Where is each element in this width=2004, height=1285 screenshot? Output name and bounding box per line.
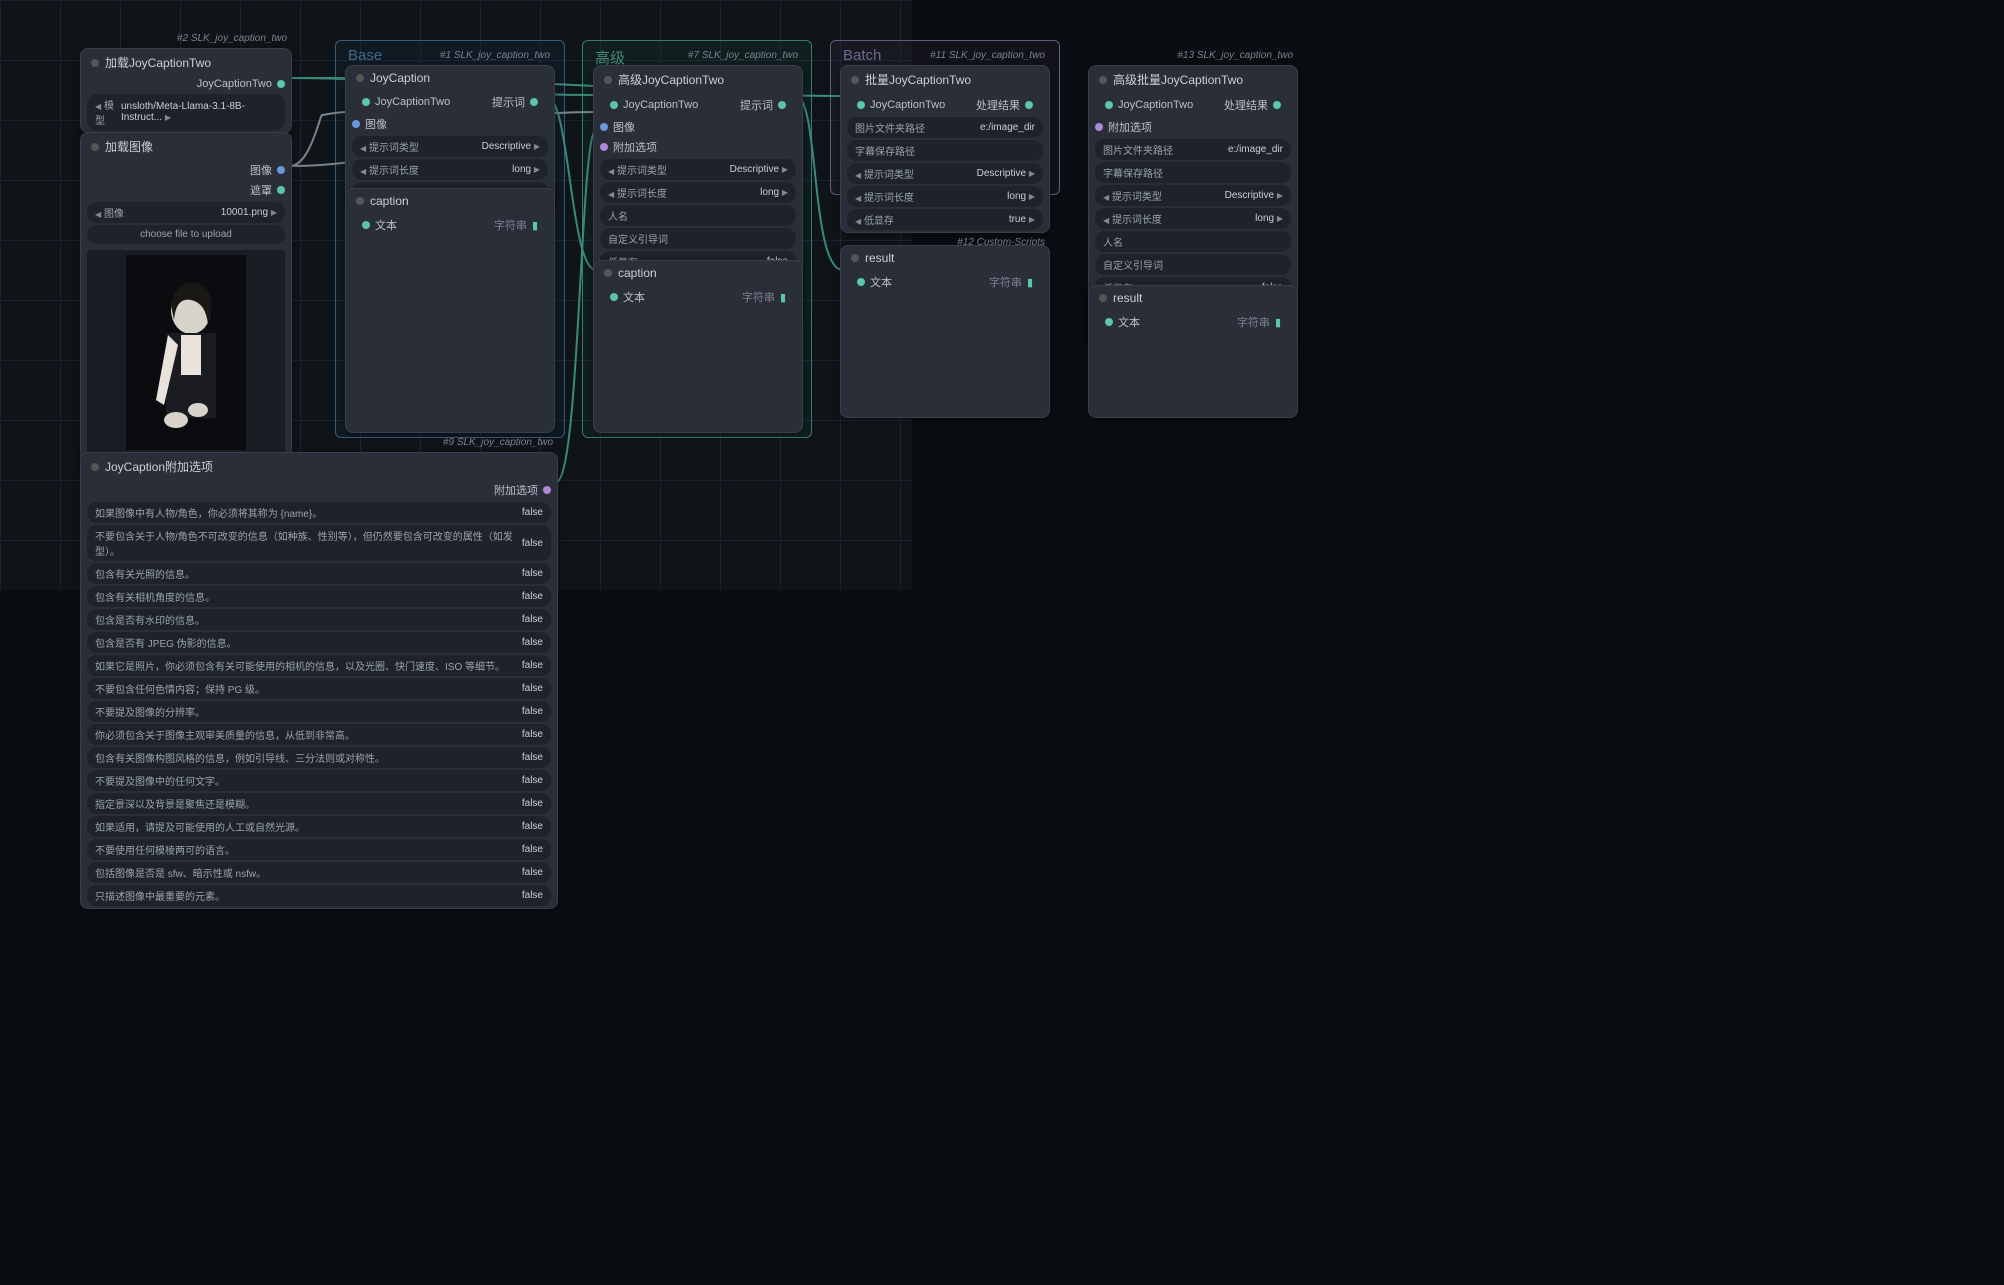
node-badge: #1 SLK_joy_caption_two bbox=[440, 50, 550, 61]
input-port[interactable] bbox=[610, 101, 618, 109]
output-port[interactable] bbox=[543, 486, 551, 494]
node-canvas[interactable]: Base 高级 Batch #2 SLK_joy_caption_two 加载J… bbox=[0, 0, 2004, 1285]
output-port-label: JoyCaptionTwo bbox=[197, 78, 272, 90]
option-toggle[interactable]: 包含有关图像构图风格的信息，例如引导线、三分法则或对称性。false bbox=[87, 747, 551, 768]
input-port[interactable] bbox=[600, 123, 608, 131]
low-vram-widget[interactable]: ◀ 低显存true ▶ bbox=[847, 209, 1043, 230]
node-title: result bbox=[841, 246, 1049, 270]
prompt-type-widget[interactable]: ◀ 提示词类型Descriptive ▶ bbox=[600, 159, 796, 180]
node-caption-base[interactable]: caption 文本字符串 ▮ bbox=[345, 188, 555, 433]
node-title: 批量JoyCaptionTwo bbox=[841, 66, 1049, 93]
node-title: caption bbox=[346, 189, 554, 213]
node-title: 加载JoyCaptionTwo bbox=[81, 49, 291, 76]
input-port[interactable] bbox=[600, 143, 608, 151]
node-load-image[interactable]: 加载图像 图像 遮罩 ◀ 图像10001.png ▶ choose file t… bbox=[80, 132, 292, 462]
prompt-type-widget[interactable]: ◀ 提示词类型Descriptive ▶ bbox=[847, 163, 1043, 184]
input-port[interactable] bbox=[610, 293, 618, 301]
prompt-length-widget[interactable]: ◀ 提示词长度long ▶ bbox=[1095, 208, 1291, 229]
option-toggle[interactable]: 不要包含任何色情内容；保持 PG 级。false bbox=[87, 678, 551, 699]
prompt-length-widget[interactable]: ◀ 提示词长度long ▶ bbox=[352, 159, 548, 180]
dir-widget[interactable]: 图片文件夹路径e:/image_dir bbox=[1095, 139, 1291, 160]
option-toggle[interactable]: 包含是否有 JPEG 伪影的信息。false bbox=[87, 632, 551, 653]
node-badge: #13 SLK_joy_caption_two bbox=[1177, 50, 1293, 61]
output-port-label: 图像 bbox=[250, 162, 272, 178]
output-port[interactable] bbox=[277, 166, 285, 174]
option-toggle[interactable]: 如果图像中有人物/角色，你必须将其称为 {name}。false bbox=[87, 502, 551, 523]
node-title: 高级JoyCaptionTwo bbox=[594, 66, 802, 93]
node-title: 加载图像 bbox=[81, 133, 291, 160]
output-port-label: 遮罩 bbox=[250, 182, 272, 198]
name-widget[interactable]: 人名 bbox=[600, 205, 796, 226]
input-port[interactable] bbox=[362, 98, 370, 106]
node-title: caption bbox=[594, 261, 802, 285]
option-toggle[interactable]: 如果适用，请提及可能使用的人工或自然光源。false bbox=[87, 816, 551, 837]
node-badge: #9 SLK_joy_caption_two bbox=[443, 437, 553, 448]
node-badge: #11 SLK_joy_caption_two bbox=[930, 50, 1045, 61]
output-port[interactable] bbox=[277, 186, 285, 194]
option-toggle[interactable]: 指定景深以及背景是聚焦还是模糊。false bbox=[87, 793, 551, 814]
prompt-type-widget[interactable]: ◀ 提示词类型Descriptive ▶ bbox=[352, 136, 548, 157]
node-title: JoyCaption bbox=[346, 66, 554, 90]
output-port[interactable] bbox=[1025, 101, 1033, 109]
option-toggle[interactable]: 包含有关光照的信息。false bbox=[87, 563, 551, 584]
prompt-length-widget[interactable]: ◀ 提示词长度long ▶ bbox=[600, 182, 796, 203]
model-widget[interactable]: ◀ 模型unsloth/Meta-Llama-3.1-8B-Instruct..… bbox=[87, 94, 285, 130]
node-badge: #2 SLK_joy_caption_two bbox=[177, 33, 287, 44]
input-port[interactable] bbox=[1105, 101, 1113, 109]
node-load-joycaption[interactable]: #2 SLK_joy_caption_two 加载JoyCaptionTwo J… bbox=[80, 48, 292, 133]
output-port[interactable] bbox=[530, 98, 538, 106]
node-title: result bbox=[1089, 286, 1297, 310]
option-toggle[interactable]: 如果它是照片，你必须包含有关可能使用的相机的信息，以及光圈、快门速度、ISO 等… bbox=[87, 655, 551, 676]
input-port[interactable] bbox=[1095, 123, 1103, 131]
input-port[interactable] bbox=[362, 221, 370, 229]
prompt-type-widget[interactable]: ◀ 提示词类型Descriptive ▶ bbox=[1095, 185, 1291, 206]
node-result-batch[interactable]: result 文本字符串 ▮ bbox=[840, 245, 1050, 418]
node-badge: #7 SLK_joy_caption_two bbox=[688, 50, 798, 61]
output-port[interactable] bbox=[277, 80, 285, 88]
file-widget[interactable]: ◀ 图像10001.png ▶ bbox=[87, 202, 285, 223]
name-widget[interactable]: 人名 bbox=[1095, 231, 1291, 252]
option-toggle[interactable]: 不要包含关于人物/角色不可改变的信息（如种族、性别等），但仍然要包含可改变的属性… bbox=[87, 525, 551, 561]
dir-widget[interactable]: 图片文件夹路径e:/image_dir bbox=[847, 117, 1043, 138]
option-toggle[interactable]: 包含有关相机角度的信息。false bbox=[87, 586, 551, 607]
output-port[interactable] bbox=[1273, 101, 1281, 109]
input-port[interactable] bbox=[352, 120, 360, 128]
prompt-length-widget[interactable]: ◀ 提示词长度long ▶ bbox=[847, 186, 1043, 207]
node-title: 高级批量JoyCaptionTwo bbox=[1089, 66, 1297, 93]
guide-widget[interactable]: 自定义引导词 bbox=[600, 228, 796, 249]
input-port[interactable] bbox=[1105, 318, 1113, 326]
node-joycaption-options[interactable]: #9 SLK_joy_caption_two JoyCaption附加选项 附加… bbox=[80, 452, 558, 909]
upload-button[interactable]: choose file to upload bbox=[87, 225, 285, 244]
node-title: JoyCaption附加选项 bbox=[81, 453, 557, 480]
input-port[interactable] bbox=[857, 101, 865, 109]
save-widget[interactable]: 字幕保存路径 bbox=[1095, 162, 1291, 183]
node-joycaption-base[interactable]: #1 SLK_joy_caption_two JoyCaption JoyCap… bbox=[345, 65, 555, 206]
option-toggle[interactable]: 不要使用任何模棱两可的语言。false bbox=[87, 839, 551, 860]
node-result-advanced-batch[interactable]: result 文本字符串 ▮ bbox=[1088, 285, 1298, 418]
guide-widget[interactable]: 自定义引导词 bbox=[1095, 254, 1291, 275]
node-caption-advanced[interactable]: caption 文本字符串 ▮ bbox=[593, 260, 803, 433]
option-toggle[interactable]: 你必须包含关于图像主观审美质量的信息，从低到非常高。false bbox=[87, 724, 551, 745]
option-toggle[interactable]: 不要提及图像中的任何文字。false bbox=[87, 770, 551, 791]
option-toggle[interactable]: 只描述图像中最重要的元素。false bbox=[87, 885, 551, 906]
output-port[interactable] bbox=[778, 101, 786, 109]
option-toggle[interactable]: 不要提及图像的分辨率。false bbox=[87, 701, 551, 722]
input-port[interactable] bbox=[857, 278, 865, 286]
save-widget[interactable]: 字幕保存路径 bbox=[847, 140, 1043, 161]
image-preview bbox=[87, 250, 285, 455]
option-toggle[interactable]: 包含是否有水印的信息。false bbox=[87, 609, 551, 630]
node-joycaption-batch[interactable]: #11 SLK_joy_caption_two 批量JoyCaptionTwo … bbox=[840, 65, 1050, 233]
option-toggle[interactable]: 包括图像是否是 sfw、暗示性或 nsfw。false bbox=[87, 862, 551, 883]
